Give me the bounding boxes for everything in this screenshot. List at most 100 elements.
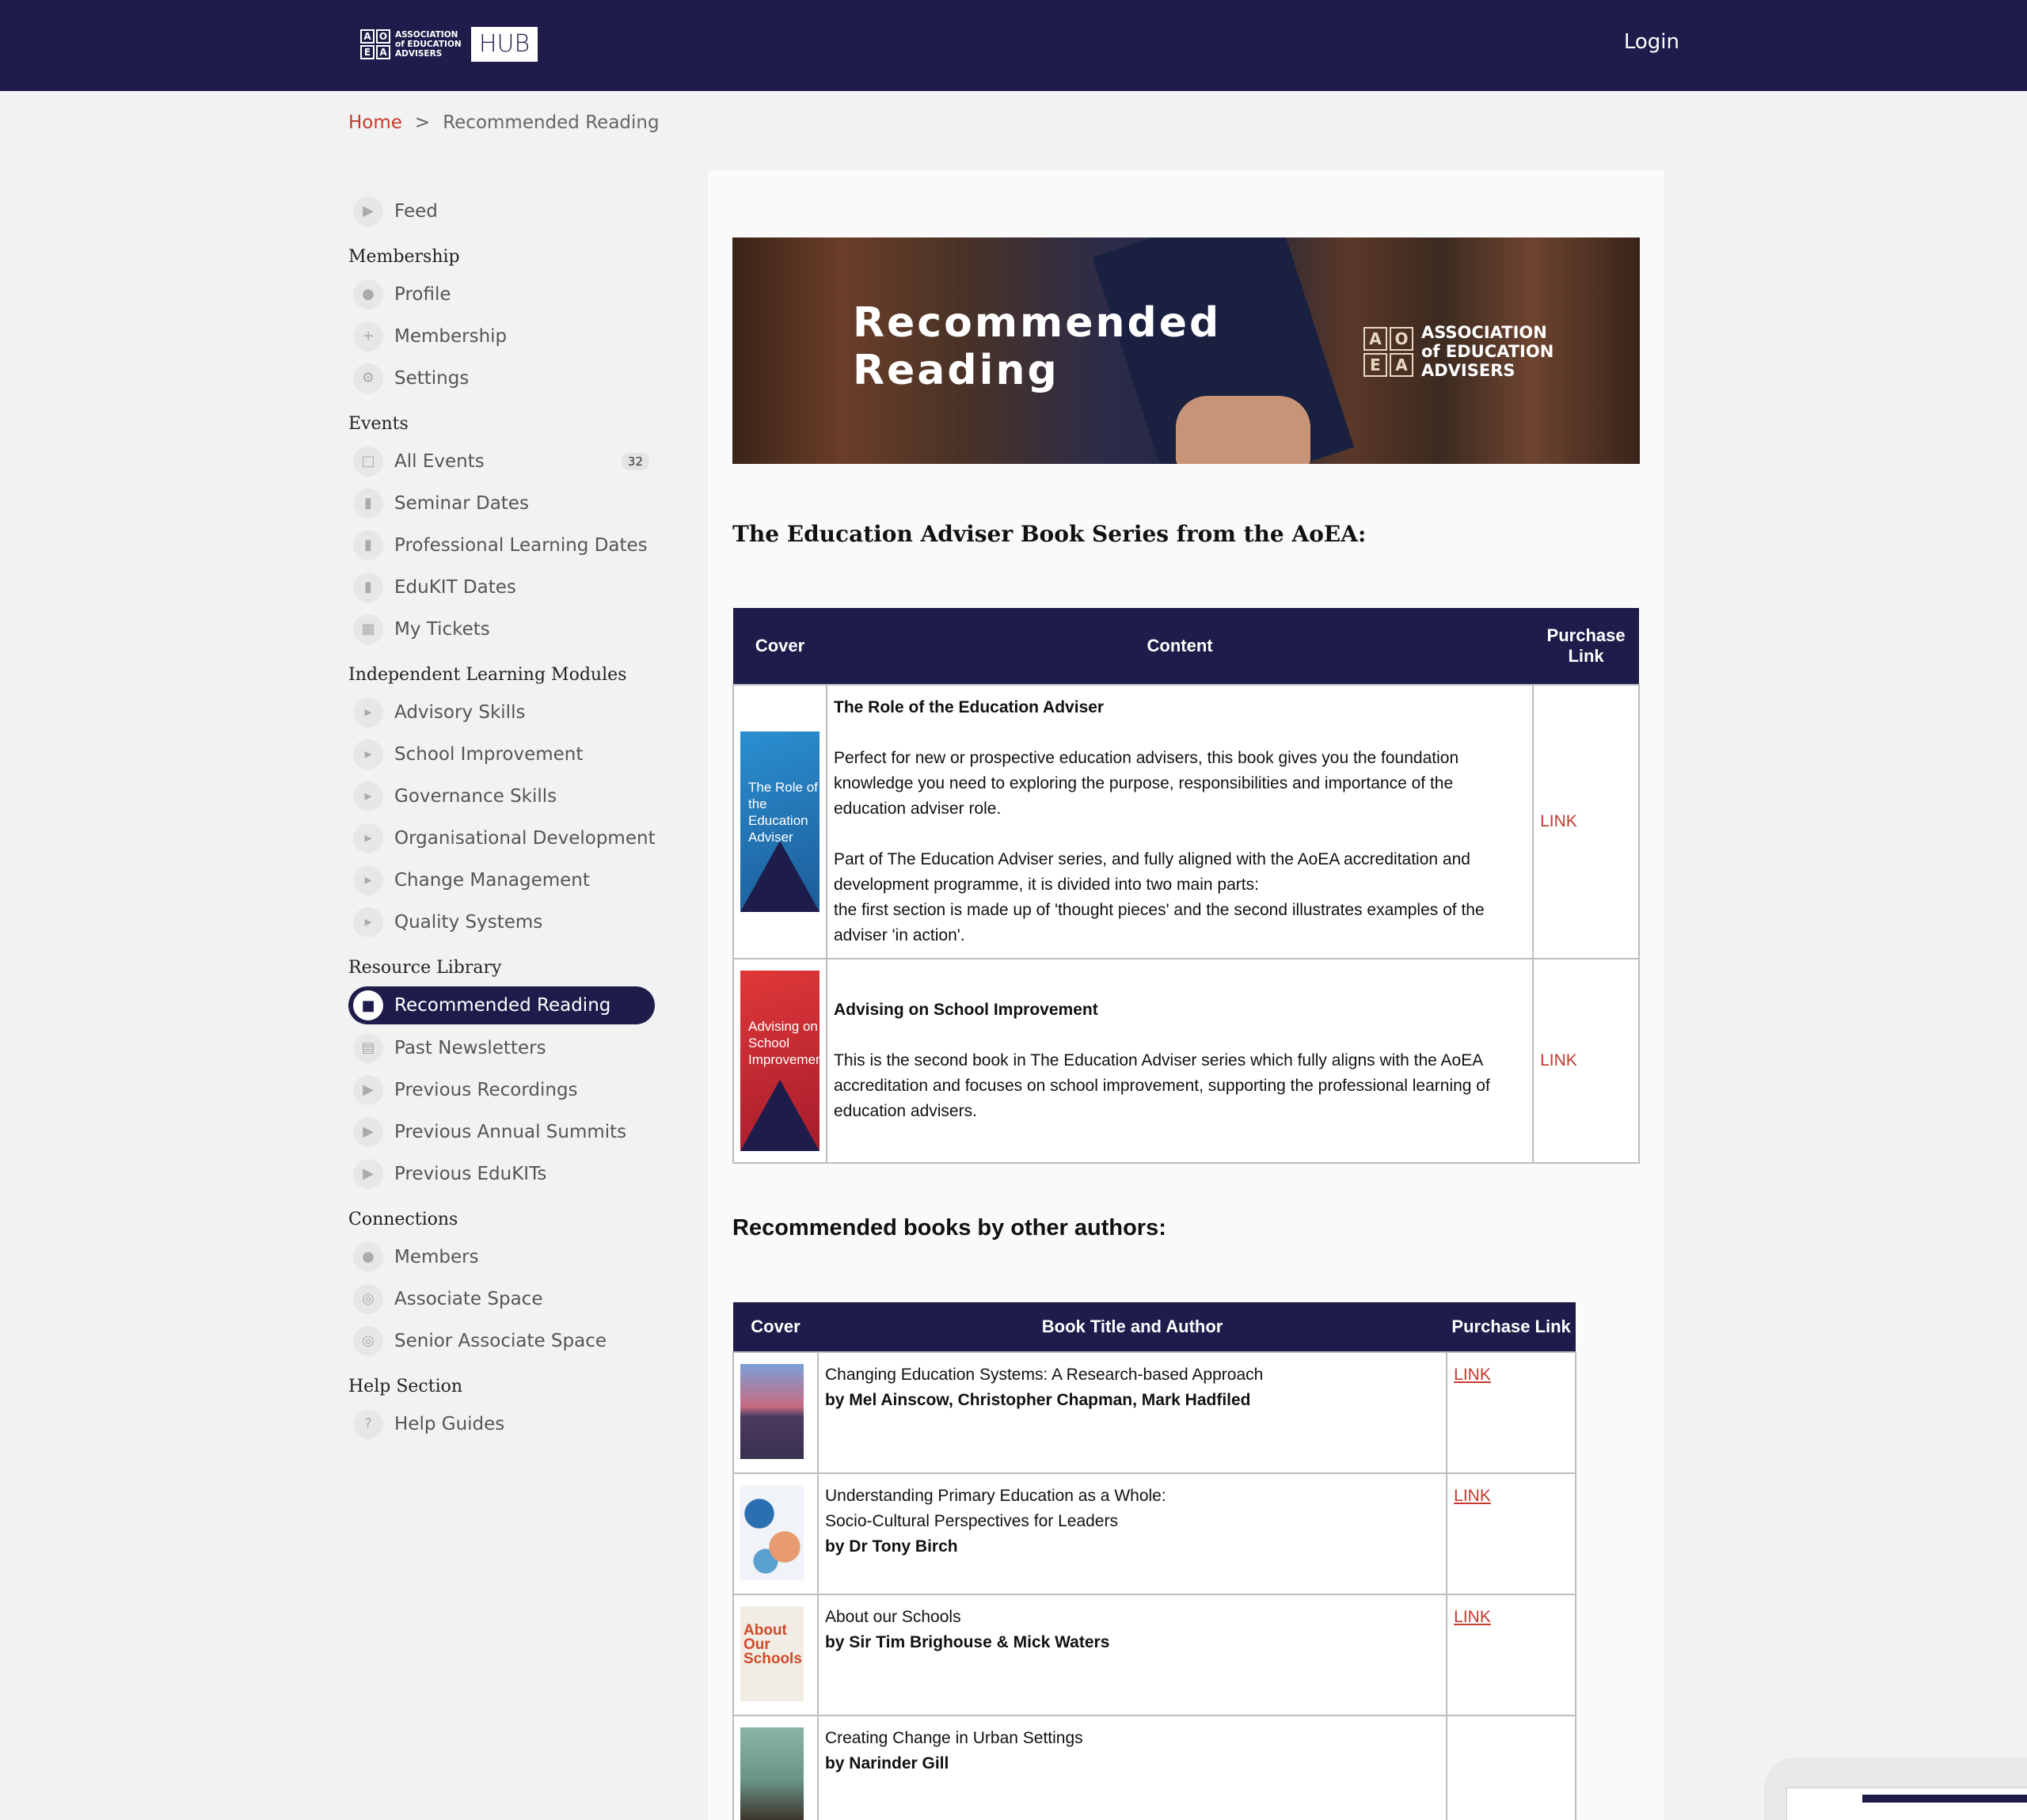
book-title: About our Schools bbox=[824, 1608, 961, 1626]
col-title-author: Book Title and Author bbox=[817, 1302, 1447, 1352]
target-icon: ◎ bbox=[353, 1325, 383, 1356]
caret-right-icon: ▸ bbox=[353, 697, 383, 728]
sidebar-heading-membership: Membership bbox=[348, 247, 460, 267]
user-icon: ● bbox=[353, 279, 383, 310]
banner-logo-mark: A O E A bbox=[1363, 326, 1413, 377]
sidebar-item-recommended-reading[interactable]: ■ Recommended Reading bbox=[348, 986, 655, 1024]
sidebar-item-membership[interactable]: + Membership bbox=[348, 315, 657, 357]
title-cell: Changing Education Systems: A Research-b… bbox=[816, 1351, 1448, 1474]
book-author: by Sir Tim Brighouse & Mick Waters bbox=[824, 1633, 1110, 1651]
purchase-link[interactable]: LINK bbox=[1454, 1487, 1491, 1505]
caret-right-icon: ▸ bbox=[353, 823, 383, 853]
sidebar-heading-modules: Independent Learning Modules bbox=[348, 665, 627, 685]
series-heading: The Education Adviser Book Series from t… bbox=[732, 521, 1367, 547]
book-cover-image: About Our Schools bbox=[740, 1606, 804, 1701]
cover-cell: Advising on School Improvement bbox=[732, 958, 827, 1164]
sidebar-heading-help: Help Section bbox=[348, 1377, 463, 1396]
other-authors-heading: Recommended books by other authors: bbox=[732, 1215, 1166, 1241]
content-cell: The Role of the Education Adviser Perfec… bbox=[825, 684, 1535, 959]
login-link[interactable]: Login bbox=[1624, 30, 1679, 54]
sidebar-item-organisational-development[interactable]: ▸ Organisational Development bbox=[348, 817, 657, 859]
title-cell: Creating Change in Urban Settings by Nar… bbox=[816, 1715, 1448, 1820]
events-count-badge: 32 bbox=[621, 452, 649, 470]
sidebar-item-feed[interactable]: ▶ Feed bbox=[348, 190, 657, 232]
sidebar-item-senior-associate-space[interactable]: ◎ Senior Associate Space bbox=[348, 1320, 657, 1362]
bookmark-icon: ▮ bbox=[353, 572, 383, 602]
megaphone-icon: ▶ bbox=[353, 196, 383, 226]
book-author: by Narinder Gill bbox=[824, 1754, 949, 1773]
sidebar-item-help-guides[interactable]: ? Help Guides bbox=[348, 1403, 657, 1445]
logo-text: ASSOCIATION of EDUCATION ADVISERS bbox=[395, 30, 462, 59]
col-cover: Cover bbox=[733, 1302, 818, 1352]
top-navbar: A O E A ASSOCIATION of EDUCATION ADVISER… bbox=[0, 0, 2027, 91]
table-row: About Our Schools About our Schools by S… bbox=[732, 1594, 1576, 1716]
sidebar-item-previous-annual-summits[interactable]: ▶ Previous Annual Summits bbox=[348, 1111, 657, 1153]
banner-title: Recommended Reading bbox=[853, 299, 1222, 394]
calendar-icon: □ bbox=[353, 446, 383, 477]
aoea-hub-logo[interactable]: A O E A ASSOCIATION of EDUCATION ADVISER… bbox=[360, 27, 538, 62]
purchase-cell: LINK bbox=[1446, 1472, 1576, 1595]
sidebar-item-associate-space[interactable]: ◎ Associate Space bbox=[348, 1278, 657, 1320]
purchase-link[interactable]: LINK bbox=[1532, 958, 1640, 1164]
sidebar-item-school-improvement[interactable]: ▸ School Improvement bbox=[348, 733, 657, 775]
sidebar-item-past-newsletters[interactable]: ▤ Past Newsletters bbox=[348, 1027, 657, 1069]
book-title: The Role of the Education Adviser bbox=[834, 698, 1105, 716]
book-cover-image: The Role of the Education Adviser bbox=[740, 731, 820, 912]
sidebar-item-change-management[interactable]: ▸ Change Management bbox=[348, 859, 657, 901]
col-purchase-link: Purchase Link bbox=[1447, 1302, 1576, 1352]
purchase-link[interactable]: LINK bbox=[1532, 684, 1640, 959]
col-content: Content bbox=[827, 608, 1534, 685]
sidebar-item-previous-edukits[interactable]: ▶ Previous EduKITs bbox=[348, 1153, 657, 1195]
sidebar-item-members[interactable]: ● Members bbox=[348, 1236, 657, 1278]
sidebar-item-profile[interactable]: ● Profile bbox=[348, 273, 657, 315]
cover-cell bbox=[732, 1715, 819, 1820]
sidebar-item-seminar-dates[interactable]: ▮ Seminar Dates bbox=[348, 482, 657, 524]
sidebar-heading-resources: Resource Library bbox=[348, 958, 502, 978]
sidebar-item-all-events[interactable]: □ All Events 32 bbox=[348, 440, 657, 482]
purchase-link[interactable]: LINK bbox=[1454, 1608, 1491, 1626]
purchase-cell bbox=[1446, 1715, 1576, 1820]
document-icon: ▤ bbox=[353, 1032, 383, 1063]
sidebar-item-previous-recordings[interactable]: ▶ Previous Recordings bbox=[348, 1069, 657, 1111]
table-row: Creating Change in Urban Settings by Nar… bbox=[732, 1715, 1576, 1820]
title-cell: Understanding Primary Education as a Who… bbox=[816, 1472, 1448, 1595]
purchase-link[interactable]: LINK bbox=[1454, 1366, 1491, 1384]
other-books-table: Cover Book Title and Author Purchase Lin… bbox=[732, 1302, 1576, 1820]
purchase-cell: LINK bbox=[1446, 1594, 1576, 1716]
play-icon: ▶ bbox=[353, 1074, 383, 1105]
play-icon: ▶ bbox=[353, 1116, 383, 1147]
bookmark-icon: ▮ bbox=[353, 530, 383, 560]
sidebar-item-advisory-skills[interactable]: ▸ Advisory Skills bbox=[348, 691, 657, 733]
corner-preview-widget[interactable] bbox=[1764, 1757, 2027, 1820]
sidebar-item-professional-learning-dates[interactable]: ▮ Professional Learning Dates bbox=[348, 524, 657, 566]
play-icon: ▶ bbox=[353, 1158, 383, 1189]
table-row: Advising on School Improvement Advising … bbox=[732, 958, 1640, 1164]
book-title: Changing Education Systems: A Research-b… bbox=[824, 1366, 1264, 1384]
recommended-reading-banner: Recommended Reading A O E A ASSOCIATION … bbox=[732, 237, 1640, 464]
sidebar-item-quality-systems[interactable]: ▸ Quality Systems bbox=[348, 901, 657, 943]
sidebar-item-governance-skills[interactable]: ▸ Governance Skills bbox=[348, 775, 657, 817]
breadcrumb-current: Recommended Reading bbox=[443, 112, 660, 133]
content-cell: Advising on School Improvement This is t… bbox=[825, 958, 1535, 1164]
cover-cell bbox=[732, 1351, 819, 1474]
sidebar-item-edukit-dates[interactable]: ▮ EduKIT Dates bbox=[348, 566, 657, 608]
book-icon: ■ bbox=[353, 990, 383, 1020]
breadcrumb-home[interactable]: Home bbox=[348, 112, 402, 133]
table-row: Understanding Primary Education as a Who… bbox=[732, 1472, 1576, 1595]
book-description: This is the second book in The Education… bbox=[834, 1051, 1490, 1120]
cover-cell: The Role of the Education Adviser bbox=[732, 684, 827, 959]
book-description: the first section is made up of 'thought… bbox=[834, 901, 1485, 944]
sidebar-item-my-tickets[interactable]: ▦ My Tickets bbox=[348, 608, 657, 650]
book-cover-image: Advising on School Improvement bbox=[740, 971, 820, 1151]
plus-icon: + bbox=[353, 321, 383, 351]
logo-mark: A O E A bbox=[360, 29, 390, 59]
other-books-header: Cover Book Title and Author Purchase Lin… bbox=[733, 1302, 1576, 1352]
sidebar-item-settings[interactable]: ⚙ Settings bbox=[348, 357, 657, 399]
caret-right-icon: ▸ bbox=[353, 864, 383, 895]
qr-icon: ▦ bbox=[353, 614, 383, 644]
preview-thumbnail bbox=[1786, 1788, 2027, 1820]
book-title: Creating Change in Urban Settings bbox=[824, 1729, 1083, 1747]
col-purchase-link: Purchase Link bbox=[1533, 608, 1639, 685]
banner-hand-image bbox=[1176, 396, 1310, 464]
book-description: Part of The Education Adviser series, an… bbox=[834, 850, 1470, 894]
